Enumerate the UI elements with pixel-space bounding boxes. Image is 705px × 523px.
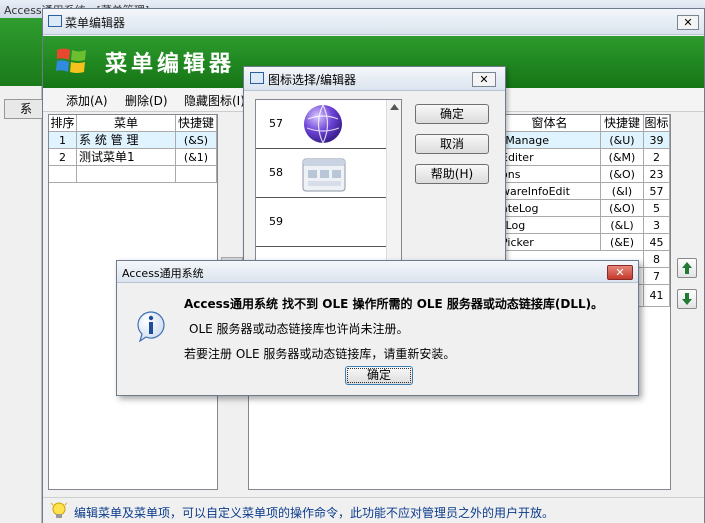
add-button[interactable]: 添加(A) bbox=[66, 92, 108, 109]
background-left-panel bbox=[0, 86, 42, 523]
icon-picker-dialog: 图标选择/编辑器 ✕ 57 58 59 确定 取消 帮助(H) bbox=[243, 66, 506, 267]
list-item[interactable]: 58 bbox=[256, 149, 386, 198]
table-cell[interactable]: 45 bbox=[644, 234, 670, 251]
table-cell[interactable]: (&U) bbox=[601, 132, 644, 149]
menu-editor-titlebar: 菜单编辑器 ✕ bbox=[43, 9, 704, 35]
table-cell[interactable]: 1 bbox=[49, 132, 77, 149]
table-cell[interactable]: 7 bbox=[644, 268, 670, 285]
icon-picker-titlebar: 图标选择/编辑器 ✕ bbox=[244, 67, 505, 91]
table-cell[interactable]: (&S) bbox=[176, 132, 217, 149]
icon-number: 59 bbox=[269, 215, 283, 228]
error-dialog-titlebar: Access通用系统 ✕ bbox=[117, 261, 638, 283]
banner-title: 菜单编辑器 bbox=[105, 52, 236, 77]
table-cell[interactable]: 41 bbox=[644, 285, 670, 307]
icon-number: 57 bbox=[269, 117, 283, 130]
close-button[interactable]: ✕ bbox=[472, 72, 496, 87]
table-cell[interactable]: wareInfoEdit bbox=[499, 183, 601, 200]
error-dialog-title: Access通用系统 bbox=[122, 267, 204, 280]
scrollbar[interactable] bbox=[386, 100, 401, 266]
column-header: 排序 bbox=[49, 115, 77, 132]
table-cell[interactable]: (&O) bbox=[601, 200, 644, 217]
scroll-up-icon[interactable] bbox=[390, 104, 399, 110]
table-cell[interactable]: ateLog bbox=[499, 200, 601, 217]
move-up-button[interactable] bbox=[677, 258, 697, 278]
windows-logo-icon bbox=[56, 48, 86, 73]
ok-button[interactable]: 确定 bbox=[415, 104, 489, 124]
icon-picker-title: 图标选择/编辑器 bbox=[268, 73, 357, 87]
table-cell[interactable]: (&M) bbox=[601, 149, 644, 166]
column-header: 快捷键 bbox=[601, 115, 644, 132]
table-cell[interactable]: 2 bbox=[49, 149, 77, 166]
table-cell[interactable]: (&L) bbox=[601, 217, 644, 234]
arrow-down-icon bbox=[682, 293, 692, 305]
table-cell[interactable] bbox=[49, 166, 77, 183]
error-dialog: Access通用系统 ✕ Access通用系统 找不到 OLE 操作所需的 OL… bbox=[116, 260, 639, 396]
status-bar: 编辑菜单及菜单项，可以自定义菜单项的操作命令，此功能不应对管理员之外的用户开放。 bbox=[43, 497, 704, 523]
background-banner bbox=[0, 18, 42, 86]
table-cell[interactable] bbox=[176, 166, 217, 183]
table-cell[interactable]: 57 bbox=[644, 183, 670, 200]
window-icon bbox=[250, 72, 264, 84]
table-cell[interactable]: Picker bbox=[499, 234, 601, 251]
cancel-button[interactable]: 取消 bbox=[415, 134, 489, 154]
table-cell[interactable]: Editer bbox=[499, 149, 601, 166]
table-cell[interactable]: rLog bbox=[499, 217, 601, 234]
table-cell[interactable] bbox=[77, 166, 176, 183]
error-message-secondary: OLE 服务器或动态链接库也许尚未注册。 bbox=[189, 322, 409, 336]
lightbulb-icon bbox=[50, 502, 68, 518]
close-button[interactable]: ✕ bbox=[607, 265, 633, 280]
list-item[interactable]: 57 bbox=[256, 100, 386, 149]
globe-icon bbox=[304, 104, 342, 144]
table-cell[interactable]: (&1) bbox=[176, 149, 217, 166]
table-cell[interactable]: 3 bbox=[644, 217, 670, 234]
help-button[interactable]: 帮助(H) bbox=[415, 164, 489, 184]
hide-icon-button[interactable]: 隐藏图标(I) bbox=[184, 92, 244, 109]
table-cell[interactable]: 23 bbox=[644, 166, 670, 183]
table-cell[interactable]: 8 bbox=[644, 251, 670, 268]
column-header: 菜单 bbox=[77, 115, 176, 132]
table-cell[interactable]: 2 bbox=[644, 149, 670, 166]
close-button[interactable]: ✕ bbox=[677, 15, 699, 30]
list-item[interactable]: 59 bbox=[256, 198, 386, 247]
table-cell[interactable]: tManage bbox=[499, 132, 601, 149]
arrow-up-icon bbox=[682, 262, 692, 274]
table-cell[interactable]: 系 统 管 理 bbox=[77, 132, 176, 149]
table-cell[interactable]: (&E) bbox=[601, 234, 644, 251]
column-header: 窗体名 bbox=[499, 115, 601, 132]
menu-editor-title: 菜单编辑器 bbox=[65, 16, 126, 30]
table-cell[interactable]: (&I) bbox=[601, 183, 644, 200]
table-cell[interactable]: 39 bbox=[644, 132, 670, 149]
info-icon bbox=[137, 311, 165, 343]
error-message-instruction: 若要注册 OLE 服务器或动态链接库，请重新安装。 bbox=[184, 347, 456, 361]
table-cell[interactable]: ons bbox=[499, 166, 601, 183]
table-cell[interactable]: (&O) bbox=[601, 166, 644, 183]
move-down-button[interactable] bbox=[677, 289, 697, 309]
window-icon bbox=[48, 15, 62, 27]
delete-button[interactable]: 删除(D) bbox=[125, 92, 168, 109]
status-text: 编辑菜单及菜单项，可以自定义菜单项的操作命令，此功能不应对管理员之外的用户开放。 bbox=[74, 506, 555, 520]
application-window-icon bbox=[302, 158, 346, 192]
table-cell[interactable]: 5 bbox=[644, 200, 670, 217]
table-cell[interactable]: 测试菜单1 bbox=[77, 149, 176, 166]
error-message-primary: Access通用系统 找不到 OLE 操作所需的 OLE 服务器或动态链接库(D… bbox=[184, 297, 604, 311]
column-header: 图标 bbox=[644, 115, 670, 132]
icon-number: 58 bbox=[269, 166, 283, 179]
ok-button[interactable]: 确定 bbox=[345, 366, 413, 385]
column-header: 快捷键 bbox=[176, 115, 217, 132]
icon-list[interactable]: 57 58 59 bbox=[255, 99, 402, 267]
